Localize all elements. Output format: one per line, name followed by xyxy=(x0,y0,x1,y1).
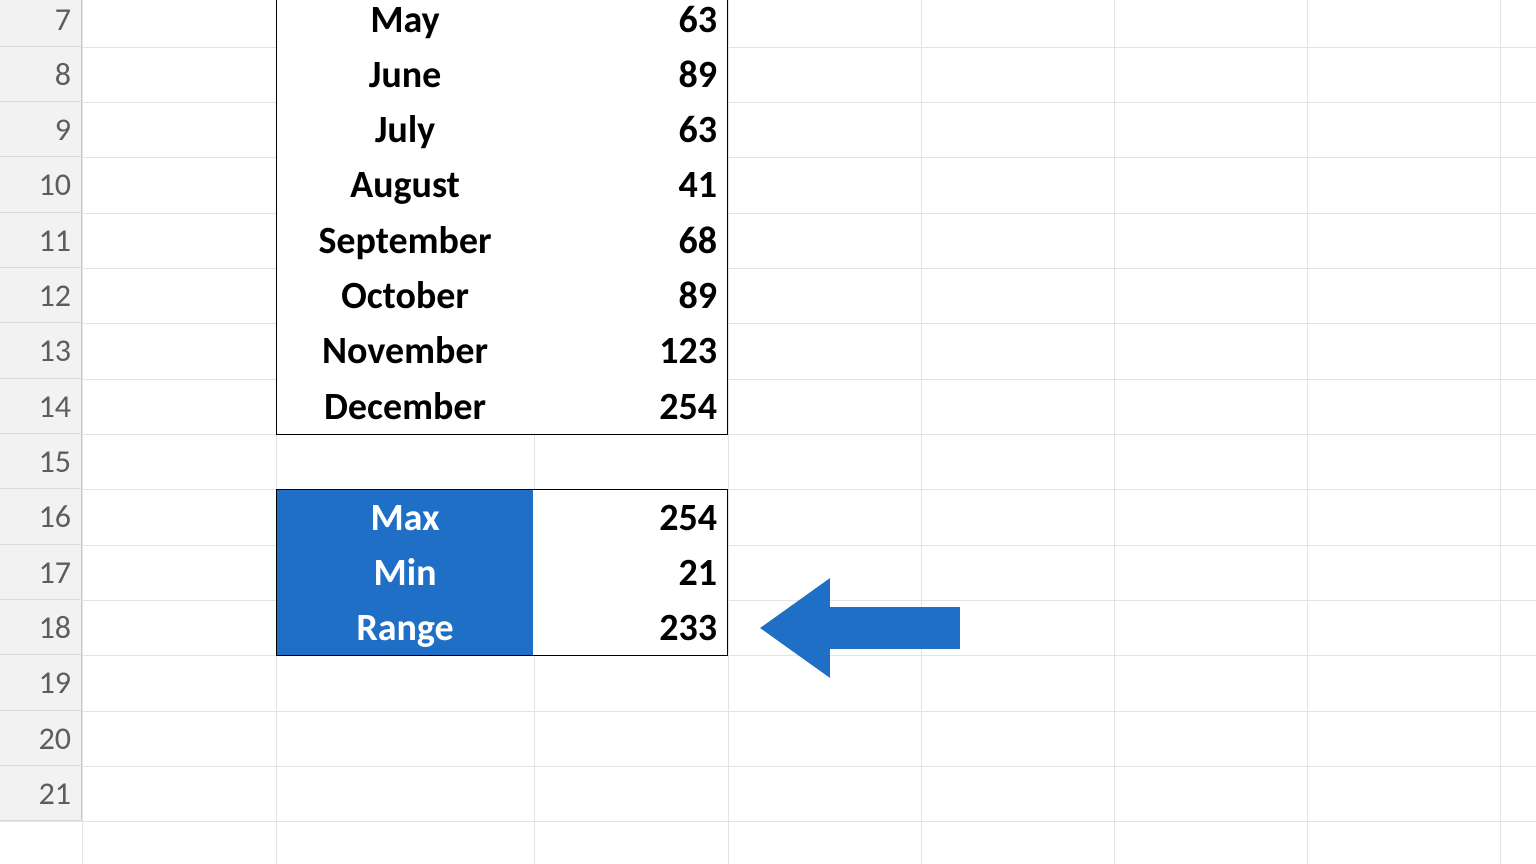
cell-value-december[interactable]: 254 xyxy=(533,379,728,435)
cell-label-min[interactable]: Min xyxy=(276,545,534,601)
gridline xyxy=(1307,0,1308,864)
row-header-7[interactable]: 7 xyxy=(0,0,82,47)
cell-value-min[interactable]: 21 xyxy=(533,545,728,601)
pointer-arrow-icon xyxy=(760,578,960,678)
cell-month-december[interactable]: December xyxy=(276,379,534,435)
cell-month-october[interactable]: October xyxy=(276,268,534,324)
gridline xyxy=(0,323,1536,324)
cell-value-july[interactable]: 63 xyxy=(533,102,728,158)
cell-value-june[interactable]: 89 xyxy=(533,47,728,103)
gridline xyxy=(0,489,1536,490)
gridline xyxy=(1500,0,1501,864)
cell-value-november[interactable]: 123 xyxy=(533,323,728,380)
spreadsheet-viewport[interactable]: 7 8 9 10 11 12 13 14 15 16 17 18 19 20 2… xyxy=(0,0,1536,864)
row-header-8[interactable]: 8 xyxy=(0,47,82,102)
cell-month-june[interactable]: June xyxy=(276,47,534,103)
gridline xyxy=(0,47,1536,48)
gridline xyxy=(0,711,1536,712)
cell-label-max[interactable]: Max xyxy=(276,489,534,546)
row-header-18[interactable]: 18 xyxy=(0,600,82,655)
cell-month-november[interactable]: November xyxy=(276,323,534,380)
row-header-12[interactable]: 12 xyxy=(0,268,82,323)
row-header-11[interactable]: 11 xyxy=(0,213,82,268)
gridline xyxy=(1114,0,1115,864)
gridline xyxy=(0,821,1536,822)
gridline xyxy=(728,0,729,864)
cell-value-august[interactable]: 41 xyxy=(533,157,728,214)
row-header-14[interactable]: 14 xyxy=(0,379,82,434)
cell-value-max[interactable]: 254 xyxy=(533,489,728,546)
row-header-19[interactable]: 19 xyxy=(0,655,82,711)
row-header-17[interactable]: 17 xyxy=(0,545,82,600)
gridline xyxy=(0,545,1536,546)
gridline xyxy=(0,102,1536,103)
gridline xyxy=(82,0,83,864)
row-header-13[interactable]: 13 xyxy=(0,323,82,379)
cell-month-september[interactable]: September xyxy=(276,213,534,269)
row-header-10[interactable]: 10 xyxy=(0,157,82,213)
gridline xyxy=(0,213,1536,214)
gridline xyxy=(0,157,1536,158)
gridline xyxy=(0,766,1536,767)
row-header-15[interactable]: 15 xyxy=(0,434,82,489)
gridline xyxy=(921,0,922,864)
cell-label-range[interactable]: Range xyxy=(276,600,534,656)
cell-month-august[interactable]: August xyxy=(276,157,534,214)
gridline xyxy=(0,379,1536,380)
row-header-16[interactable]: 16 xyxy=(0,489,82,545)
cell-value-range[interactable]: 233 xyxy=(533,600,728,656)
gridline xyxy=(0,268,1536,269)
row-header-21[interactable]: 21 xyxy=(0,766,82,821)
cell-value-september[interactable]: 68 xyxy=(533,213,728,269)
row-header-20[interactable]: 20 xyxy=(0,711,82,766)
cell-value-may[interactable]: 63 xyxy=(533,0,728,48)
cell-month-may[interactable]: May xyxy=(276,0,534,48)
row-header-9[interactable]: 9 xyxy=(0,102,82,157)
cell-value-october[interactable]: 89 xyxy=(533,268,728,324)
cell-month-july[interactable]: July xyxy=(276,102,534,158)
gridline xyxy=(0,434,1536,435)
